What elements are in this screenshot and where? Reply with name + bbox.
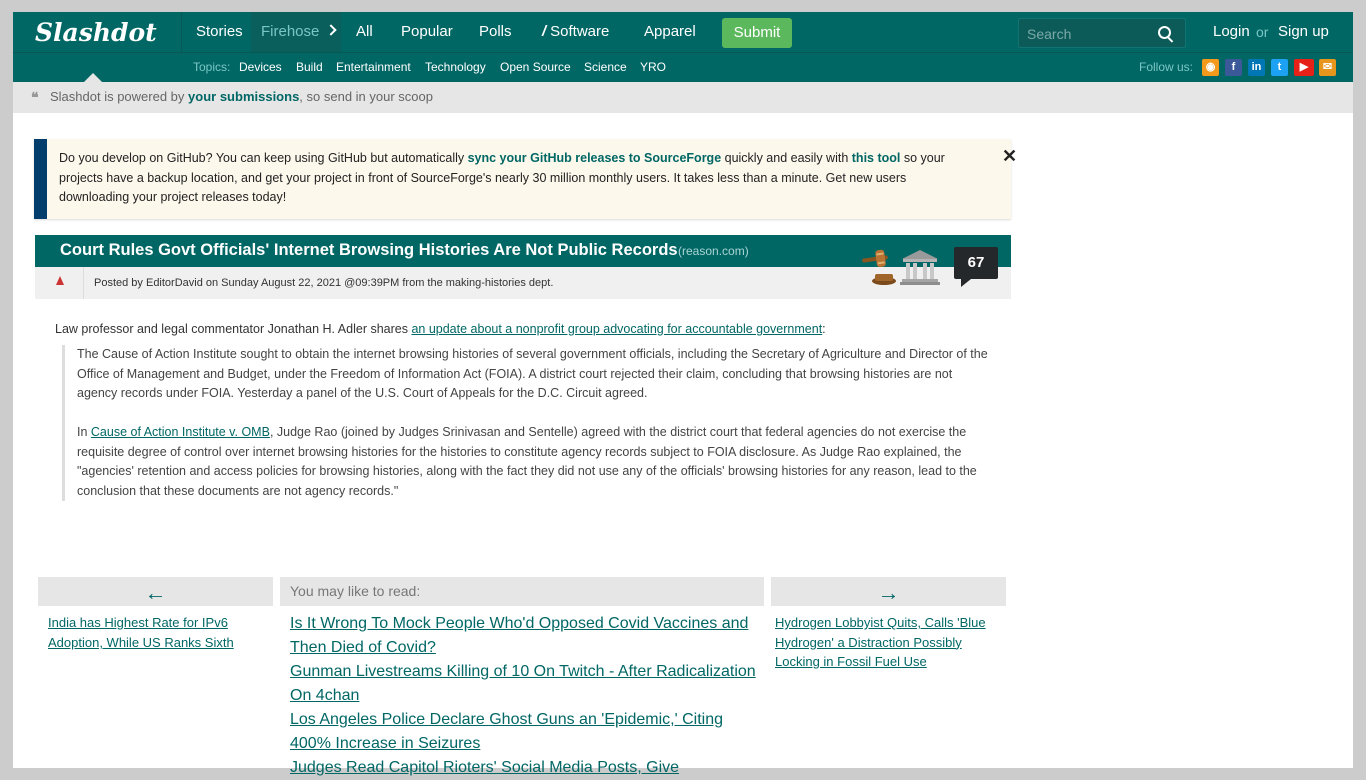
submissions-link[interactable]: your submissions xyxy=(188,89,299,104)
chevron-right-icon xyxy=(325,24,338,36)
nav-firehose[interactable]: Firehose xyxy=(251,12,341,52)
banner-text-1: Do you develop on GitHub? You can keep u… xyxy=(59,151,468,165)
topic-open-source[interactable]: Open Source xyxy=(500,53,571,81)
nav-polls[interactable]: Polls xyxy=(479,12,512,52)
submit-button[interactable]: Submit xyxy=(722,18,792,48)
topic-entertainment[interactable]: Entertainment xyxy=(336,53,411,81)
may-like-header: You may like to read: xyxy=(280,577,764,606)
or-text: or xyxy=(1256,24,1269,40)
top-nav: Slashdot Stories Firehose All Popular Po… xyxy=(13,12,1353,52)
article-quote: The Cause of Action Institute sought to … xyxy=(62,345,990,501)
gavel-icon[interactable] xyxy=(858,248,898,286)
next-story-link[interactable]: Hydrogen Lobbyist Quits, Calls 'Blue Hyd… xyxy=(775,615,986,669)
intro-text: Law professor and legal commentator Jona… xyxy=(55,322,412,336)
rss-icon[interactable]: ◉ xyxy=(1202,59,1219,76)
article-meta: Posted by EditorDavid on Sunday August 2… xyxy=(94,277,554,289)
sync-releases-link[interactable]: sync your GitHub releases to SourceForge xyxy=(468,151,722,165)
prev-story: India has Highest Rate for IPv6 Adoption… xyxy=(48,613,258,653)
twitter-icon[interactable]: t xyxy=(1271,59,1288,76)
topic-technology[interactable]: Technology xyxy=(425,53,486,81)
may-like-link-2[interactable]: Gunman Livestreams Killing of 10 On Twit… xyxy=(290,660,760,708)
linkedin-icon[interactable]: in xyxy=(1248,59,1265,76)
nav-divider xyxy=(181,12,182,52)
may-like-link-1[interactable]: Is It Wrong To Mock People Who'd Opposed… xyxy=(290,612,760,660)
meta-divider xyxy=(83,267,84,299)
search-box xyxy=(1018,18,1186,48)
nav-software[interactable]: / Software xyxy=(542,12,609,52)
article-intro: Law professor and legal commentator Jona… xyxy=(55,320,975,338)
email-icon[interactable]: ✉ xyxy=(1319,59,1336,76)
nav-firehose-label: Firehose xyxy=(261,23,320,40)
quote-paragraph-1: The Cause of Action Institute sought to … xyxy=(77,347,988,400)
topic-build[interactable]: Build xyxy=(296,53,323,81)
science-flask-icon xyxy=(56,276,64,285)
next-story: Hydrogen Lobbyist Quits, Calls 'Blue Hyd… xyxy=(775,613,995,672)
courthouse-icon[interactable] xyxy=(900,247,940,287)
article-title[interactable]: Court Rules Govt Officials' Internet Bro… xyxy=(60,235,678,266)
software-icon: / xyxy=(542,23,547,40)
comment-count-badge[interactable]: 67 xyxy=(954,247,998,279)
powered-text: Slashdot is powered by your submissions,… xyxy=(50,82,433,112)
case-link[interactable]: Cause of Action Institute v. OMB xyxy=(91,425,270,439)
topics-bar: Topics: Devices Build Entertainment Tech… xyxy=(13,52,1353,82)
topic-science[interactable]: Science xyxy=(584,53,627,81)
signup-link[interactable]: Sign up xyxy=(1278,12,1329,52)
youtube-icon[interactable]: ▶ xyxy=(1294,59,1314,76)
nav-popular[interactable]: Popular xyxy=(401,12,453,52)
may-like-link-4[interactable]: Judges Read Capitol Rioters' Social Medi… xyxy=(290,756,760,780)
github-banner: Do you develop on GitHub? You can keep u… xyxy=(34,139,1017,219)
comment-badge-tail xyxy=(961,279,971,287)
banner-text: Do you develop on GitHub? You can keep u… xyxy=(59,149,959,208)
search-icon[interactable] xyxy=(1158,26,1171,39)
topics-label: Topics: xyxy=(193,60,231,74)
page: Slashdot Stories Firehose All Popular Po… xyxy=(13,12,1353,776)
intro-link[interactable]: an update about a nonprofit group advoca… xyxy=(411,322,822,336)
facebook-icon[interactable]: f xyxy=(1225,59,1242,76)
quote-paragraph-2: In Cause of Action Institute v. OMB, Jud… xyxy=(77,423,990,501)
close-icon[interactable]: ✕ xyxy=(1002,146,1017,167)
nav-software-label: Software xyxy=(550,23,610,40)
nav-apparel[interactable]: Apparel xyxy=(644,12,696,52)
prev-story-button[interactable]: ← xyxy=(38,577,273,606)
quote-2-pre: In xyxy=(77,425,91,439)
this-tool-link[interactable]: this tool xyxy=(852,151,901,165)
quote-icon: ❝ xyxy=(31,90,39,106)
slashdot-logo[interactable]: Slashdot xyxy=(35,18,157,47)
article-source[interactable]: (reason.com) xyxy=(678,235,749,267)
powered-suffix: , so send in your scoop xyxy=(299,89,433,104)
nav-stories[interactable]: Stories xyxy=(196,12,243,52)
login-link[interactable]: Login xyxy=(1213,12,1250,52)
powered-prefix: Slashdot is powered by xyxy=(50,89,185,104)
topic-devices[interactable]: Devices xyxy=(239,53,282,81)
nav-all[interactable]: All xyxy=(356,12,373,52)
search-input[interactable] xyxy=(1025,23,1149,45)
may-like-link-3[interactable]: Los Angeles Police Declare Ghost Guns an… xyxy=(290,708,760,756)
topic-yro[interactable]: YRO xyxy=(640,53,666,81)
banner-text-2: quickly and easily with xyxy=(721,151,852,165)
next-story-button[interactable]: → xyxy=(771,577,1006,606)
powered-strip: ❝ Slashdot is powered by your submission… xyxy=(13,82,1353,113)
intro-end: : xyxy=(822,322,826,336)
follow-label: Follow us: xyxy=(1139,60,1194,74)
may-like-list: Is It Wrong To Mock People Who'd Opposed… xyxy=(290,612,760,780)
prev-story-link[interactable]: India has Highest Rate for IPv6 Adoption… xyxy=(48,615,234,650)
